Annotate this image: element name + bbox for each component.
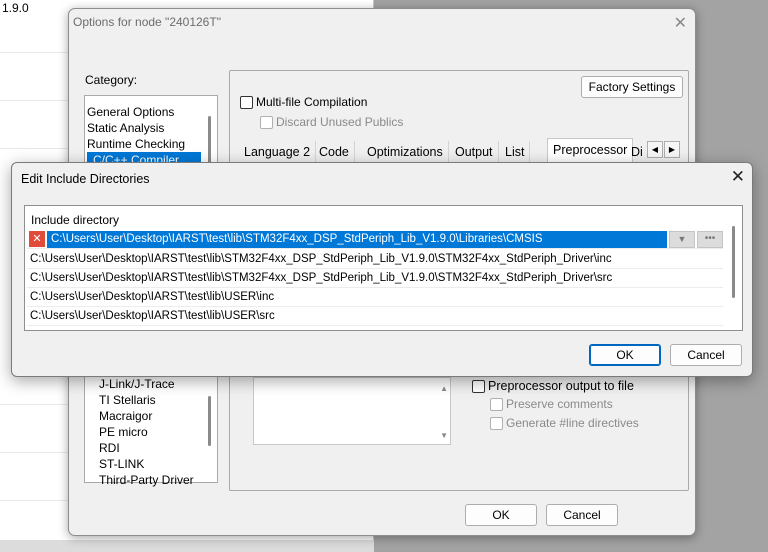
include-list-scrollbar[interactable]: [732, 226, 735, 298]
generate-line-label: Generate #line directives: [506, 416, 639, 430]
ellipsis-icon[interactable]: •••: [697, 231, 723, 248]
status-strip: [0, 540, 374, 552]
editor-line: [0, 148, 68, 149]
table-row[interactable]: C:\Users\User\Desktop\IARST\test\lib\USE…: [27, 307, 723, 326]
scroll-down-icon[interactable]: ▼: [440, 431, 448, 440]
category-third-party[interactable]: Third-Party Driver: [99, 472, 194, 488]
tab-code[interactable]: Code: [314, 141, 355, 163]
close-icon[interactable]: ✕: [674, 13, 687, 33]
include-dialog-title: Edit Include Directories: [21, 172, 150, 186]
options-ok-button[interactable]: OK: [465, 504, 537, 526]
tab-diagnostics[interactable]: Di: [626, 141, 648, 163]
editor-line: [0, 404, 68, 405]
editor-line: [0, 52, 68, 53]
version-text: 1.9.0: [2, 1, 29, 15]
editor-line: [0, 100, 68, 101]
include-dir-list[interactable]: Include directory ✕ C:\Users\User\Deskto…: [24, 205, 743, 331]
category-scrollbar-thumb[interactable]: [208, 396, 211, 446]
discard-unused-label: Discard Unused Publics: [276, 115, 404, 129]
tab-scroll-right-icon[interactable]: ▶: [664, 141, 680, 158]
category-runtime-checking[interactable]: Runtime Checking: [87, 136, 185, 152]
category-general-options[interactable]: General Options: [87, 104, 174, 120]
generate-line-checkbox[interactable]: [490, 417, 503, 430]
factory-settings-button[interactable]: Factory Settings: [581, 76, 683, 98]
include-ok-button[interactable]: OK: [589, 344, 661, 366]
close-icon[interactable]: ✕: [731, 167, 745, 187]
preserve-comments-checkbox[interactable]: [490, 398, 503, 411]
category-label: Category:: [85, 73, 138, 87]
chevron-down-icon[interactable]: ▼: [669, 231, 695, 248]
options-cancel-button[interactable]: Cancel: [546, 504, 618, 526]
category-static-analysis[interactable]: Static Analysis: [87, 120, 164, 136]
preserve-comments-label: Preserve comments: [506, 397, 613, 411]
table-row[interactable]: C:\Users\User\Desktop\IARST\test\lib\USE…: [27, 288, 723, 307]
category-st-link[interactable]: ST-LINK: [99, 456, 144, 472]
multi-file-label: Multi-file Compilation: [256, 95, 368, 109]
category-pe-micro[interactable]: PE micro: [99, 424, 148, 440]
tab-preprocessor[interactable]: Preprocessor: [547, 138, 634, 164]
editor-line: [0, 500, 68, 501]
category-jlink[interactable]: J-Link/J-Trace: [99, 376, 175, 392]
preprocessor-list[interactable]: ▲ ▼: [253, 377, 451, 445]
include-list-header: Include directory: [31, 213, 120, 227]
editor-line: [0, 452, 68, 453]
multi-file-checkbox[interactable]: [240, 96, 253, 109]
tab-optimizations[interactable]: Optimizations: [362, 141, 449, 163]
include-cancel-button[interactable]: Cancel: [670, 344, 742, 366]
tab-output[interactable]: Output: [450, 141, 499, 163]
category-rdi[interactable]: RDI: [99, 440, 120, 456]
table-row[interactable]: C:\Users\User\Desktop\IARST\test\lib\STM…: [27, 269, 723, 288]
table-row[interactable]: C:\Users\User\Desktop\IARST\test\lib\STM…: [27, 250, 723, 269]
table-row[interactable]: ✕ C:\Users\User\Desktop\IARST\test\lib\S…: [27, 230, 723, 249]
tab-language-2[interactable]: Language 2: [239, 141, 317, 163]
tab-scroll-left-icon[interactable]: ◀: [647, 141, 663, 158]
pp-output-label: Preprocessor output to file: [488, 379, 634, 393]
include-path-editor[interactable]: C:\Users\User\Desktop\IARST\test\lib\STM…: [47, 231, 667, 248]
include-dirs-dialog: Edit Include Directories ✕ Include direc…: [11, 162, 753, 377]
pp-output-checkbox[interactable]: [472, 380, 485, 393]
discard-unused-checkbox[interactable]: [260, 116, 273, 129]
category-macraigor[interactable]: Macraigor: [99, 408, 152, 424]
options-title: Options for node "240126T": [73, 15, 221, 29]
tab-list[interactable]: List: [500, 141, 531, 163]
scroll-up-icon[interactable]: ▲: [440, 384, 448, 393]
delete-icon[interactable]: ✕: [29, 231, 45, 247]
category-ti-stellaris[interactable]: TI Stellaris: [99, 392, 156, 408]
